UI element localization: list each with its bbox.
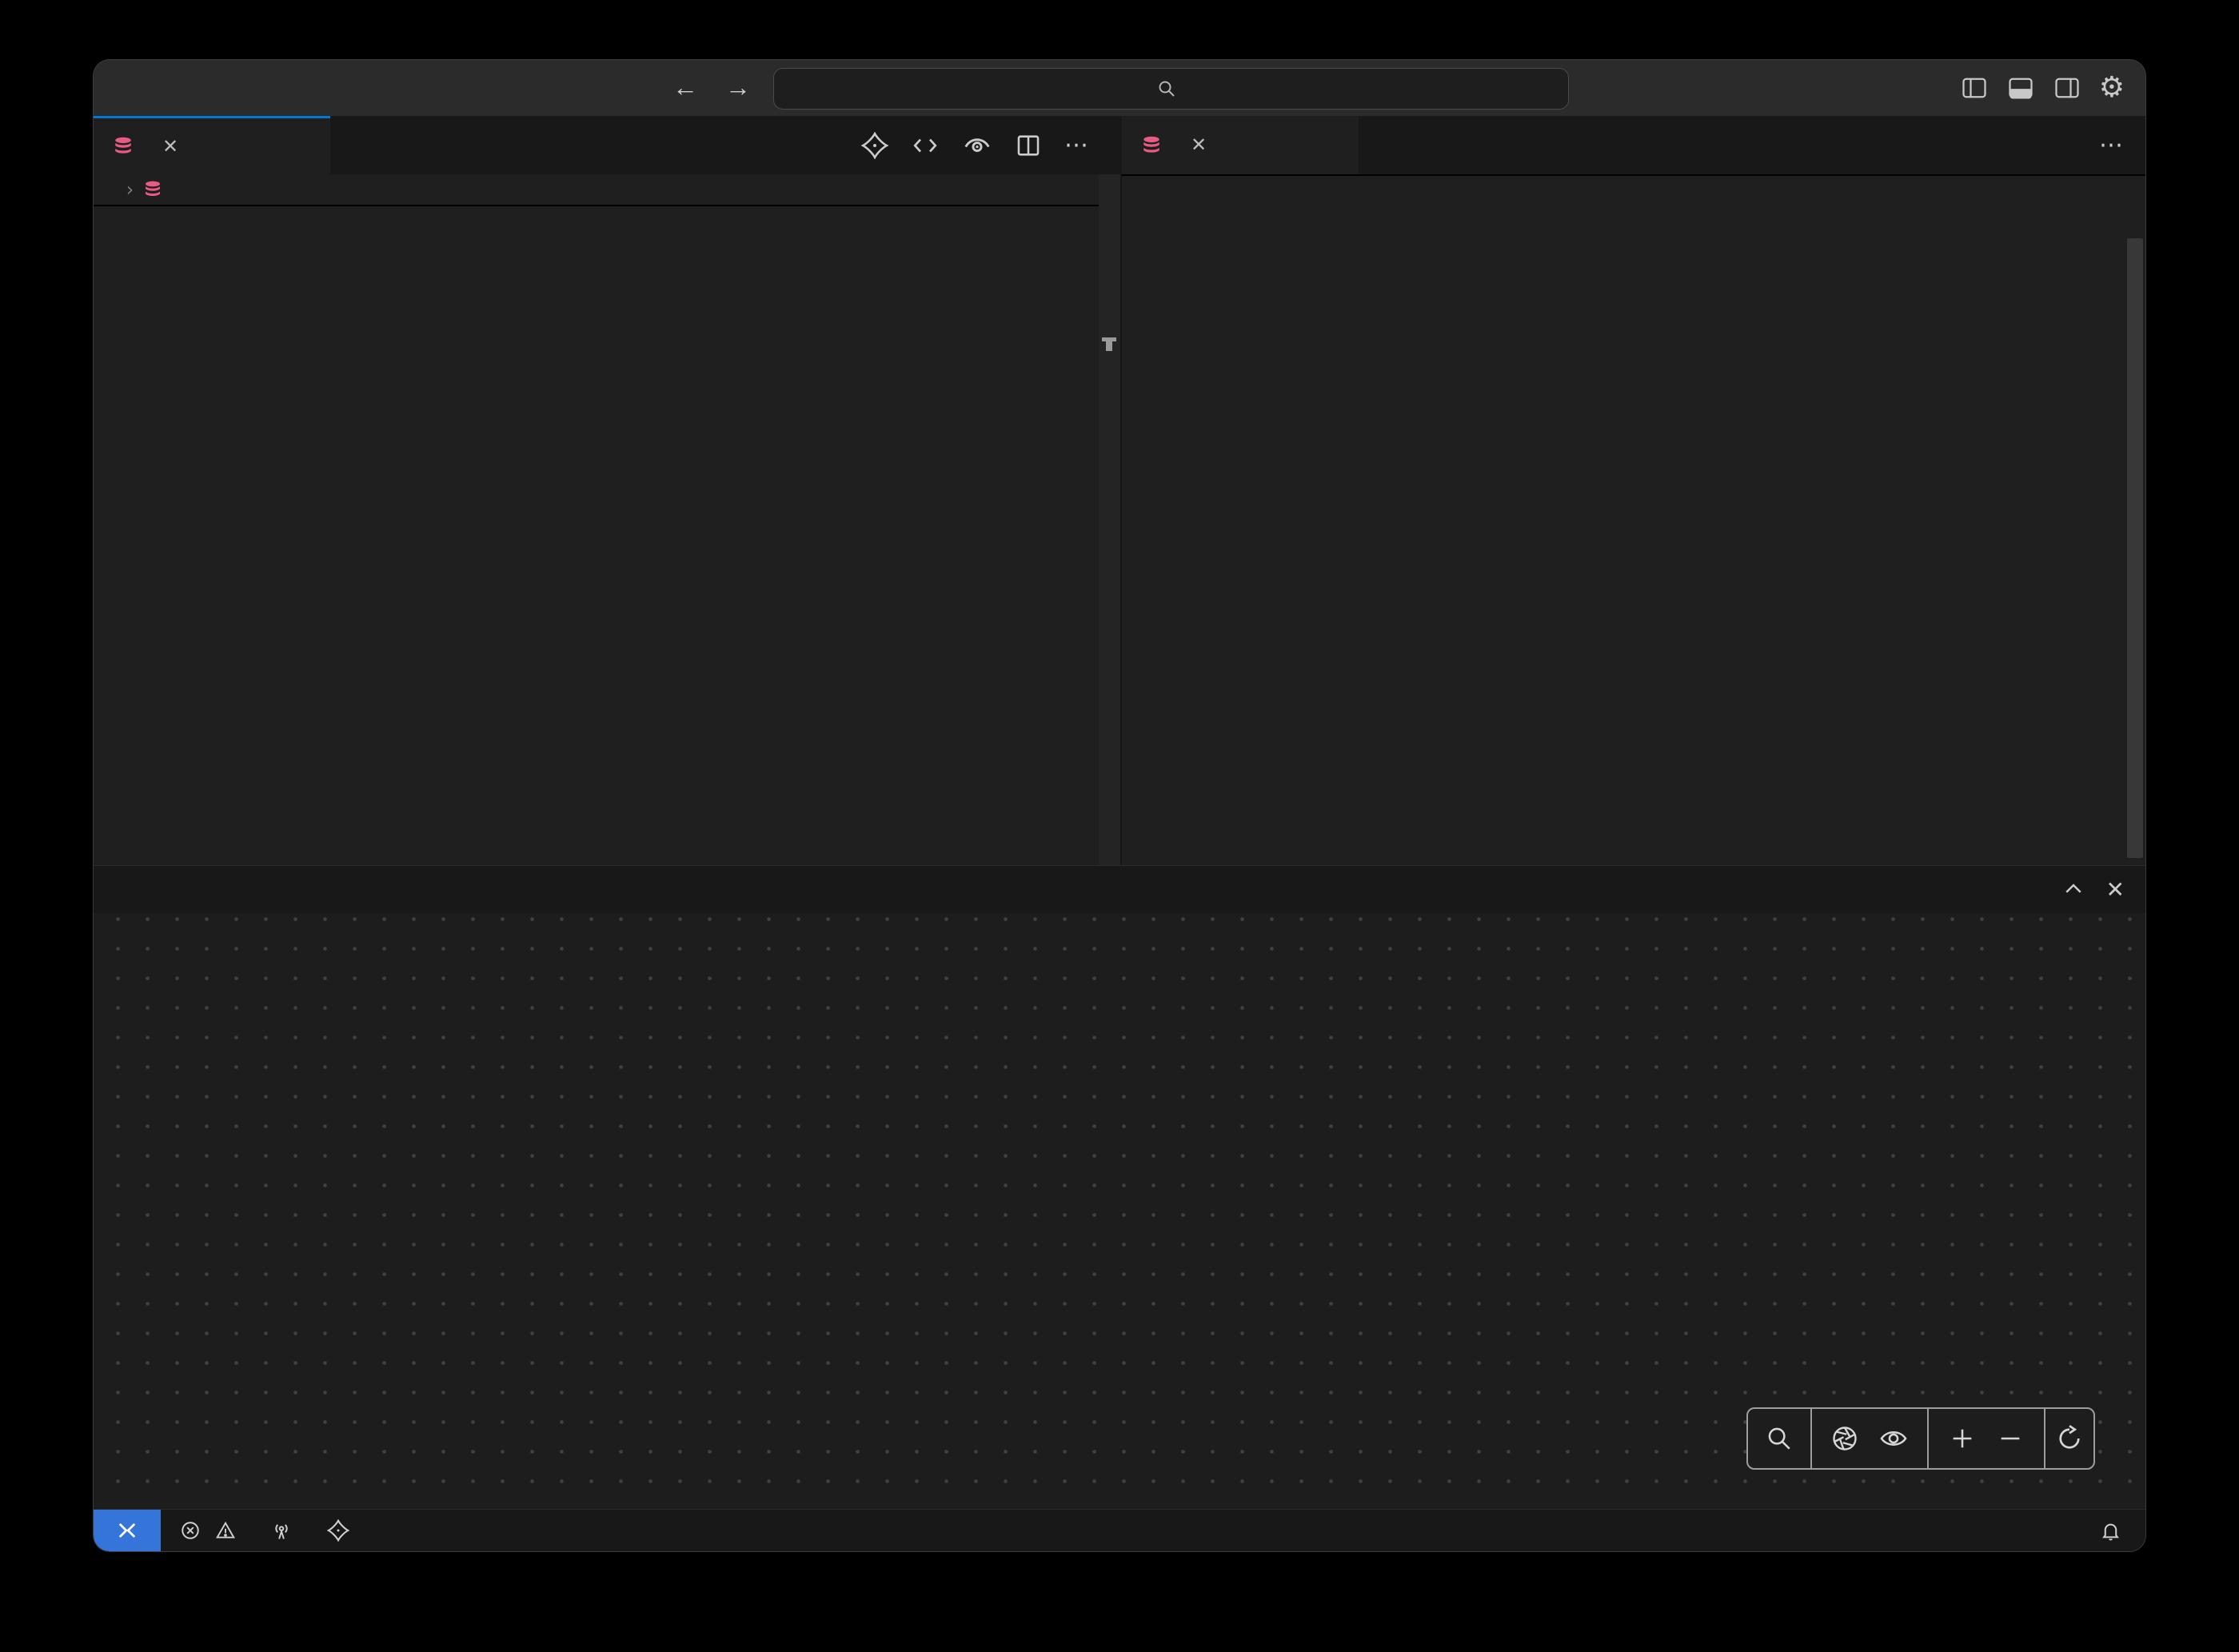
overview-cursor-marker: [1102, 337, 1116, 341]
zoom-in-icon[interactable]: [1949, 1425, 1976, 1452]
sticky-scroll: [1122, 174, 2145, 176]
screenshot-stage: ← → ⚙ ✕ ⋯ ✕: [0, 0, 2239, 1652]
dbt-extension-status[interactable]: [327, 1519, 357, 1542]
zoom-window-button[interactable]: [170, 81, 189, 99]
lineage-toolbar: [1746, 1407, 2095, 1470]
close-panel-icon[interactable]: ✕: [2106, 876, 2125, 903]
database-file-icon: [1141, 135, 1162, 156]
sticky-scroll: [94, 205, 1120, 206]
notifications-bell-icon[interactable]: [2100, 1520, 2121, 1542]
search-icon: [1157, 79, 1176, 98]
broadcast-icon: [270, 1519, 293, 1542]
tab-customers-sql-right[interactable]: ✕: [1122, 116, 1359, 174]
dbt-flare-icon[interactable]: [861, 132, 888, 159]
zoom-out-icon[interactable]: [1997, 1425, 2024, 1452]
window-controls: [106, 81, 189, 99]
titlebar[interactable]: ← → ⚙: [94, 60, 2145, 116]
editor-tab-strip: ✕ ⋯ ✕ ⋯: [94, 116, 2145, 175]
more-actions-icon[interactable]: ⋯: [2099, 131, 2125, 159]
toggle-panel-icon[interactable]: [2006, 74, 2035, 102]
toggle-primary-sidebar-icon[interactable]: [1960, 74, 1989, 102]
lineage-canvas[interactable]: [94, 913, 2145, 1510]
close-tab-icon[interactable]: ✕: [162, 135, 178, 158]
split-editor-icon[interactable]: [1015, 132, 1042, 159]
vscode-window: ← → ⚙ ✕ ⋯ ✕: [94, 60, 2145, 1551]
error-icon: [180, 1520, 201, 1541]
remote-indicator[interactable]: [94, 1510, 161, 1551]
overview-ruler[interactable]: [1099, 174, 1120, 865]
tab-customers-sql-left[interactable]: ✕: [94, 116, 330, 174]
close-window-button[interactable]: [106, 81, 125, 99]
dbt-flare-icon: [327, 1519, 349, 1542]
compiled-code-icon[interactable]: [911, 131, 940, 160]
status-bar: [94, 1509, 2145, 1551]
warning-icon: [215, 1520, 236, 1541]
database-file-icon: [113, 136, 134, 157]
search-icon[interactable]: [1766, 1425, 1793, 1452]
remote-open-icon: [115, 1518, 139, 1542]
ports-status[interactable]: [270, 1519, 300, 1542]
maximize-panel-icon[interactable]: [2061, 877, 2085, 901]
aperture-icon[interactable]: [1830, 1424, 1859, 1453]
database-file-icon: [143, 180, 162, 199]
editor-group-container: ›: [94, 174, 2145, 865]
editor-source[interactable]: ›: [94, 174, 1120, 865]
back-arrow-icon[interactable]: ←: [671, 73, 700, 102]
scrollbar-thumb[interactable]: [2127, 238, 2143, 858]
command-center-search[interactable]: [773, 68, 1569, 110]
settings-gear-icon[interactable]: ⚙: [2099, 71, 2125, 104]
refresh-icon[interactable]: [2055, 1424, 2084, 1453]
eye-icon[interactable]: [1878, 1423, 1909, 1454]
chevron-right-icon: ›: [124, 178, 135, 201]
more-actions-icon[interactable]: ⋯: [1064, 131, 1090, 159]
minimize-window-button[interactable]: [138, 81, 157, 99]
editor-compiled[interactable]: [1122, 174, 2145, 865]
close-tab-icon[interactable]: ✕: [1191, 134, 1207, 157]
breadcrumb[interactable]: ›: [94, 174, 1120, 205]
problems-status[interactable]: [180, 1520, 243, 1541]
preview-eye-icon[interactable]: [962, 130, 992, 161]
panel-tab-bar: [94, 865, 2145, 913]
toggle-secondary-sidebar-icon[interactable]: [2053, 74, 2081, 102]
forward-arrow-icon[interactable]: →: [724, 73, 752, 102]
